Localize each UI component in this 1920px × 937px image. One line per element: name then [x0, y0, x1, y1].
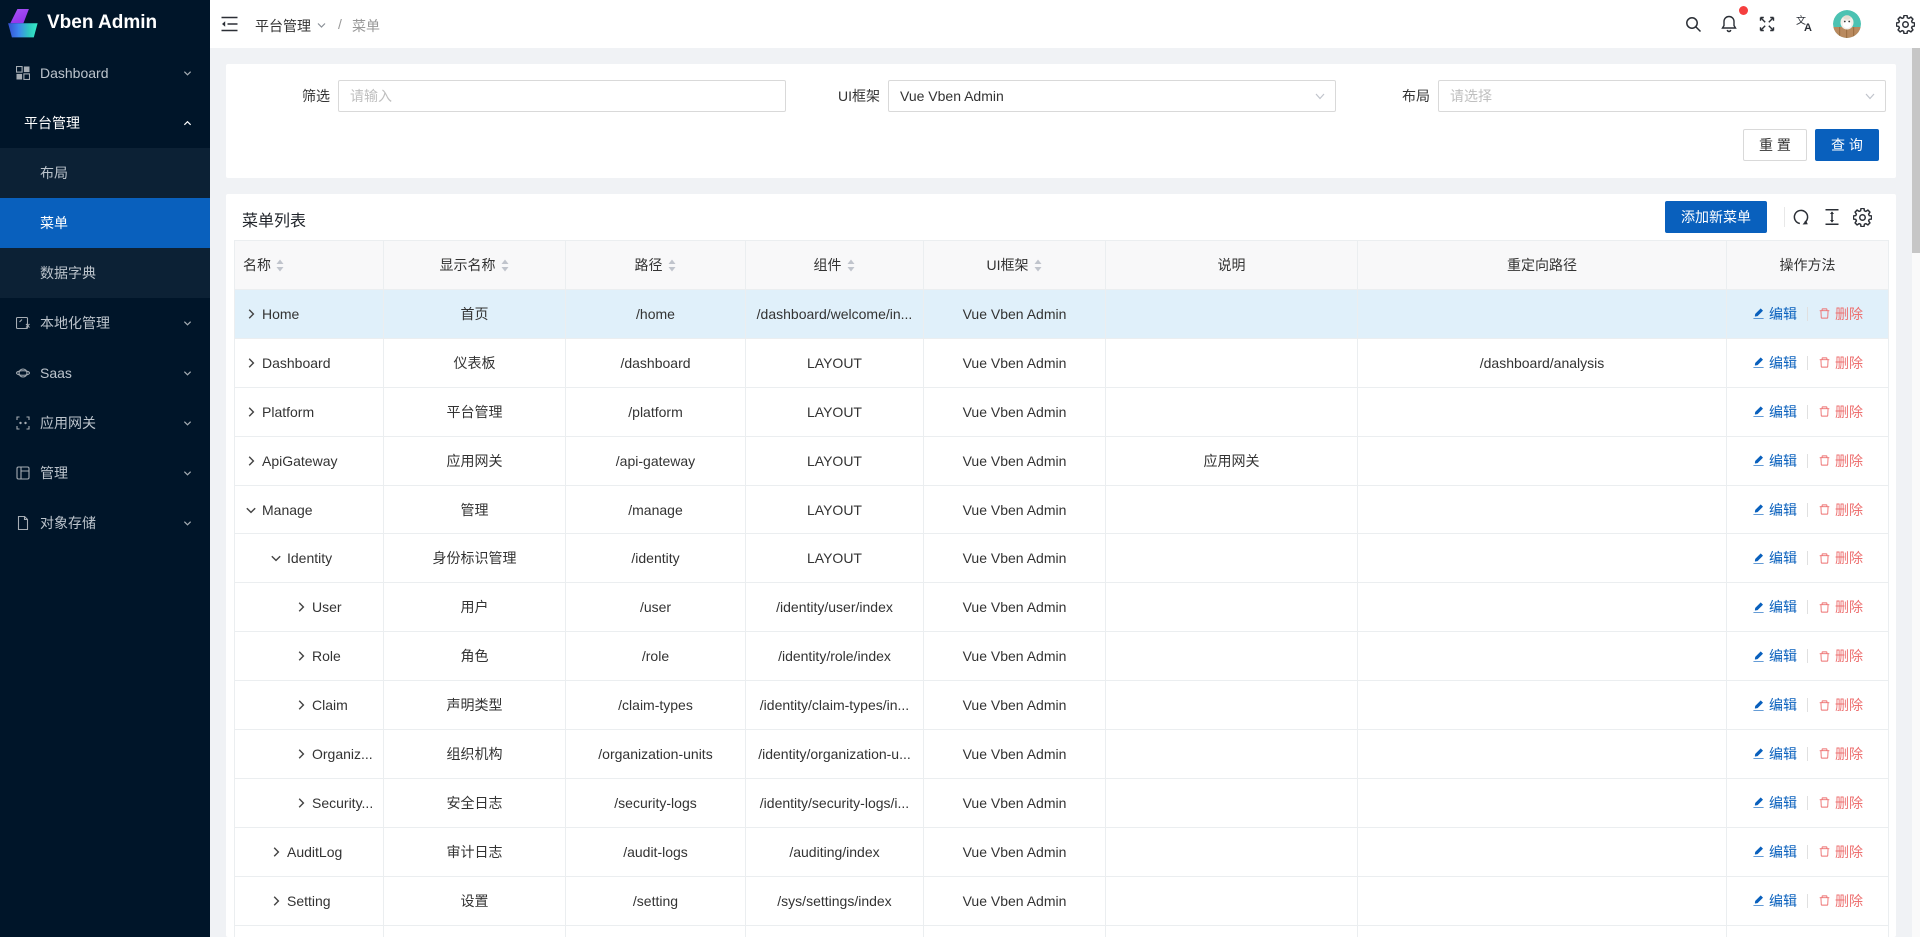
svg-text:A: A — [1804, 22, 1812, 33]
